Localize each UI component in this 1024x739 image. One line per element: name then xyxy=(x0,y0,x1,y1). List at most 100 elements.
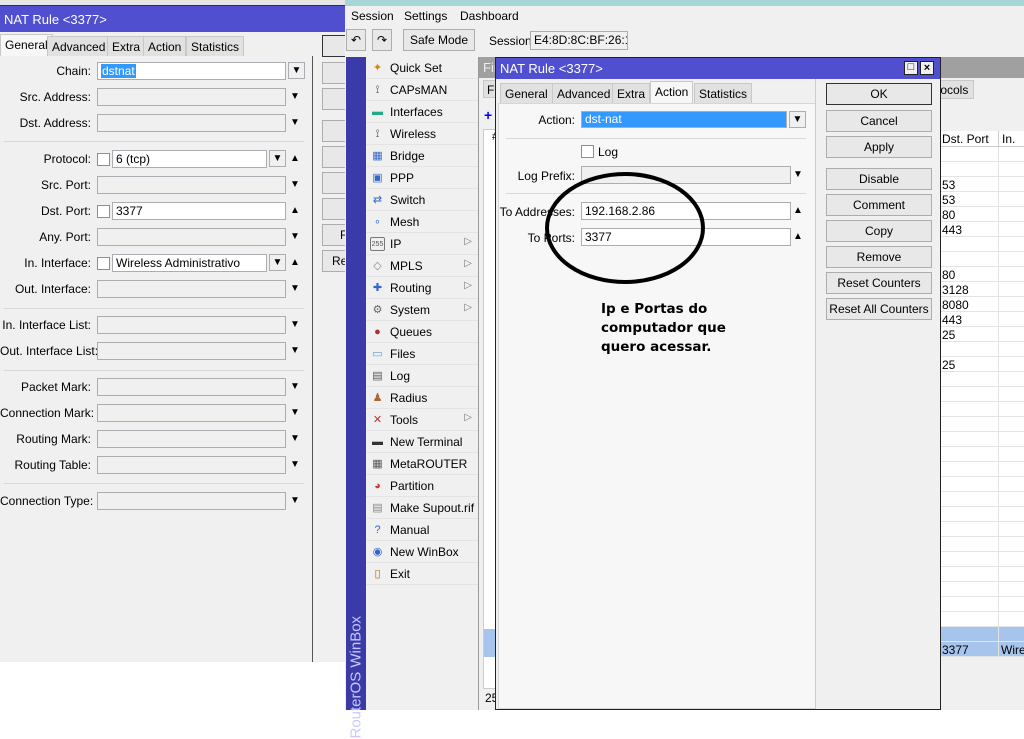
table-row[interactable]: 25 xyxy=(940,327,1024,342)
table-row[interactable] xyxy=(940,237,1024,252)
table-row[interactable]: 53 xyxy=(940,192,1024,207)
table-row[interactable] xyxy=(940,567,1024,582)
expand-down-icon[interactable]: ▼ xyxy=(289,117,301,128)
table-row[interactable]: 3128 xyxy=(940,282,1024,297)
redo-button[interactable]: ↷ xyxy=(372,29,392,51)
reset-counters-button[interactable]: Reset Counters xyxy=(826,272,932,294)
table-row[interactable]: 80 xyxy=(940,207,1024,222)
action-select[interactable]: dst-nat xyxy=(581,111,787,128)
table-row[interactable] xyxy=(940,612,1024,627)
dialog-tab-advanced[interactable]: Advanced xyxy=(552,83,616,103)
sidebar-item-manual[interactable]: ? Manual xyxy=(366,519,478,541)
in-interface-list-input[interactable] xyxy=(97,316,286,334)
sidebar-item-capsman[interactable]: ⟟ CAPsMAN xyxy=(366,79,478,101)
sidebar-item-switch[interactable]: ⇄ Switch xyxy=(366,189,478,211)
in-interface-dropdown-button[interactable]: ▼ xyxy=(269,254,286,271)
in-interface-negate-checkbox[interactable] xyxy=(97,257,110,270)
tab-extra[interactable]: Extra xyxy=(107,36,146,56)
sidebar-item-wireless[interactable]: ⟟ Wireless xyxy=(366,123,478,145)
src-address-input[interactable] xyxy=(97,88,286,106)
sidebar-item-new-terminal[interactable]: ▬ New Terminal xyxy=(366,431,478,453)
table-row[interactable] xyxy=(940,387,1024,402)
apply-button[interactable]: Apply xyxy=(826,136,932,158)
expand-down-icon[interactable]: ▼ xyxy=(289,381,301,392)
action-dropdown-button[interactable]: ▼ xyxy=(789,111,806,128)
src-port-input[interactable] xyxy=(97,176,286,194)
dst-port-negate-checkbox[interactable] xyxy=(97,205,110,218)
log-checkbox[interactable] xyxy=(581,145,594,158)
undo-button[interactable]: ↶ xyxy=(346,29,366,51)
collapse-up-icon[interactable]: ▲ xyxy=(289,257,301,268)
table-row[interactable]: 443 xyxy=(940,312,1024,327)
cancel-button[interactable]: Cancel xyxy=(826,110,932,132)
sidebar-item-system[interactable]: ⚙ System ▷ xyxy=(366,299,478,321)
sidebar-item-tools[interactable]: ✕ Tools ▷ xyxy=(366,409,478,431)
sidebar-item-partition[interactable]: ◕ Partition xyxy=(366,475,478,497)
sidebar-item-files[interactable]: ▭ Files xyxy=(366,343,478,365)
expand-down-icon[interactable]: ▼ xyxy=(792,169,804,180)
table-row[interactable]: 80 xyxy=(940,267,1024,282)
col-dst-port[interactable]: Dst. Port xyxy=(942,132,989,146)
table-row[interactable] xyxy=(940,342,1024,357)
expand-down-icon[interactable]: ▼ xyxy=(289,407,301,418)
packet-mark-input[interactable] xyxy=(97,378,286,396)
safe-mode-button[interactable]: Safe Mode xyxy=(403,29,475,51)
out-interface-list-input[interactable] xyxy=(97,342,286,360)
sidebar-item-queues[interactable]: ● Queues xyxy=(366,321,478,343)
menu-dashboard[interactable]: Dashboard xyxy=(460,9,519,23)
sidebar-item-exit[interactable]: ▯ Exit xyxy=(366,563,478,585)
routing-table-input[interactable] xyxy=(97,456,286,474)
table-row[interactable] xyxy=(940,522,1024,537)
table-row[interactable]: 25 xyxy=(940,357,1024,372)
sidebar-item-make-supout-rif[interactable]: ▤ Make Supout.rif xyxy=(366,497,478,519)
sidebar-item-bridge[interactable]: ▦ Bridge xyxy=(366,145,478,167)
dst-address-input[interactable] xyxy=(97,114,286,132)
apply-button-partial[interactable] xyxy=(322,88,346,110)
collapse-up-icon[interactable]: ▲ xyxy=(792,205,804,216)
remove-button[interactable]: Remove xyxy=(826,246,932,268)
chain-dropdown-button[interactable]: ▼ xyxy=(288,62,305,79)
any-port-input[interactable] xyxy=(97,228,286,246)
table-row[interactable] xyxy=(940,627,1024,642)
disable-button-partial[interactable] xyxy=(322,120,346,142)
menu-settings[interactable]: Settings xyxy=(404,9,447,23)
tab-general[interactable]: General xyxy=(0,34,53,56)
expand-down-icon[interactable]: ▼ xyxy=(289,283,301,294)
table-row[interactable] xyxy=(940,462,1024,477)
sidebar-item-ppp[interactable]: ▣ PPP xyxy=(366,167,478,189)
table-row[interactable] xyxy=(940,582,1024,597)
reset-all-counters-button-partial[interactable]: Re xyxy=(322,250,346,272)
table-row[interactable] xyxy=(940,537,1024,552)
comment-button-partial[interactable] xyxy=(322,146,346,168)
dst-port-input[interactable]: 3377 xyxy=(112,202,286,220)
copy-button-partial[interactable] xyxy=(322,172,346,194)
dialog-tab-general[interactable]: General xyxy=(500,83,553,103)
reset-all-counters-button[interactable]: Reset All Counters xyxy=(826,298,932,320)
sidebar-item-mesh[interactable]: ∘ Mesh xyxy=(366,211,478,233)
add-icon[interactable]: + xyxy=(484,107,492,123)
protocol-input[interactable]: 6 (tcp) xyxy=(112,150,267,168)
expand-down-icon[interactable]: ▼ xyxy=(289,179,301,190)
tab-statistics[interactable]: Statistics xyxy=(186,36,245,56)
sidebar-item-interfaces[interactable]: ▬ Interfaces xyxy=(366,101,478,123)
table-row[interactable]: 443 xyxy=(940,222,1024,237)
cancel-button-partial[interactable] xyxy=(322,62,346,84)
table-row[interactable]: 53 xyxy=(940,177,1024,192)
routing-mark-input[interactable] xyxy=(97,430,286,448)
protocol-dropdown-button[interactable]: ▼ xyxy=(269,150,286,167)
menu-session[interactable]: Session xyxy=(351,9,394,23)
table-row[interactable]: 3377 Wirel xyxy=(940,642,1024,657)
ok-button-partial[interactable] xyxy=(322,35,346,57)
out-interface-input[interactable] xyxy=(97,280,286,298)
collapse-up-icon[interactable]: ▲ xyxy=(289,205,301,216)
table-row[interactable] xyxy=(940,147,1024,162)
protocol-negate-checkbox[interactable] xyxy=(97,153,110,166)
table-row[interactable] xyxy=(940,597,1024,612)
comment-button[interactable]: Comment xyxy=(826,194,932,216)
dialog-tab-statistics[interactable]: Statistics xyxy=(694,83,753,103)
table-row[interactable] xyxy=(940,252,1024,267)
reset-counters-button-partial[interactable]: F xyxy=(322,224,346,246)
ok-button[interactable]: OK xyxy=(826,83,932,105)
maximize-button[interactable]: □ xyxy=(904,61,918,75)
close-button[interactable]: × xyxy=(920,61,934,75)
